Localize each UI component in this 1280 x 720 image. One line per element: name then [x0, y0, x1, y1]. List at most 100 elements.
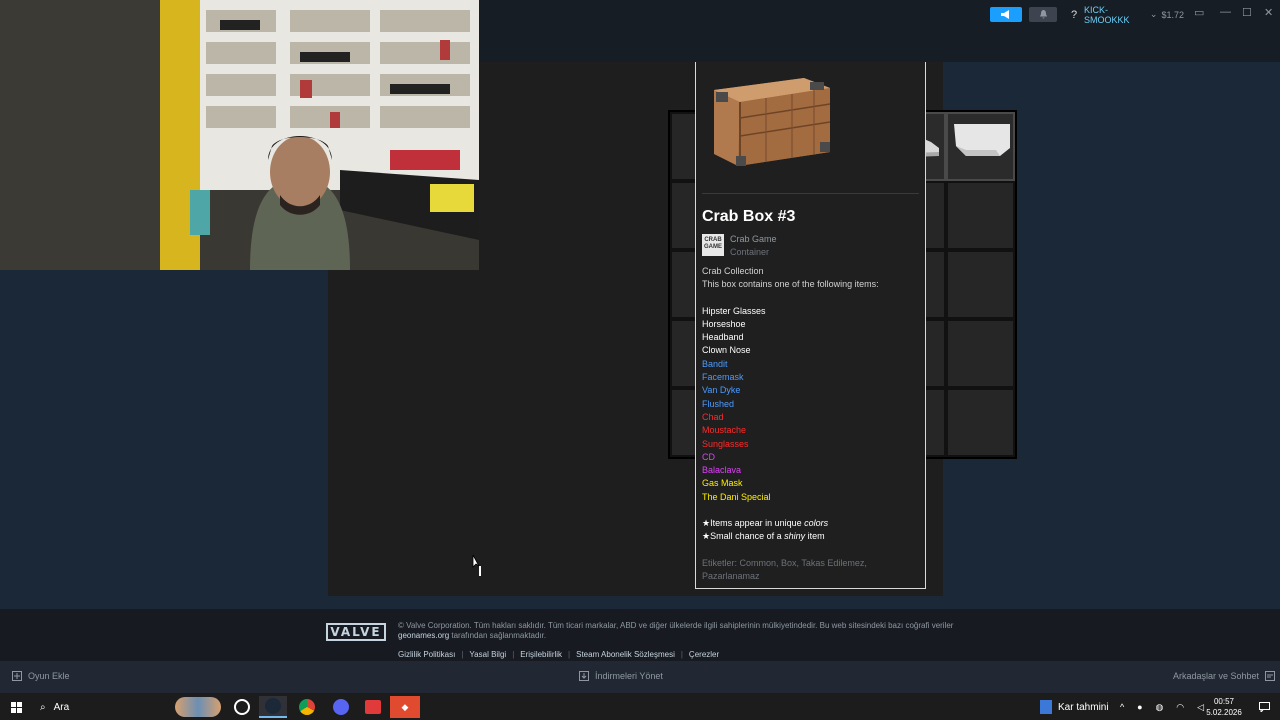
friends-chat-button[interactable]: Arkadaşlar ve Sohbet: [1173, 671, 1276, 681]
legal-link[interactable]: Yasal Bilgi: [469, 650, 506, 659]
item-contents-entry: The Dani Special: [702, 491, 771, 502]
notifications-button[interactable]: [1029, 7, 1057, 22]
link-separator: |: [680, 650, 683, 659]
link-separator: |: [512, 650, 515, 659]
plus-box-icon: [12, 671, 22, 681]
item-contents-intro: This box contains one of the following i…: [702, 279, 879, 290]
chevron-down-icon: ⌄: [1149, 9, 1158, 19]
item-contents-entry: Van Dyke: [702, 385, 741, 396]
minimize-button[interactable]: —: [1220, 6, 1231, 18]
item-contents-entry: Hipster Glasses: [702, 305, 766, 316]
wifi-icon: ◠: [1176, 701, 1185, 712]
close-button[interactable]: ✕: [1264, 6, 1273, 19]
search-label: Ara: [53, 701, 70, 713]
weather-icon: [1040, 700, 1052, 714]
geonames-link[interactable]: geonames.org: [398, 631, 449, 640]
mouse-cursor-icon: [472, 554, 481, 576]
item-contents-entry: Facemask: [702, 372, 744, 383]
volume-icon: ◁: [1197, 701, 1204, 712]
item-note-colors: ★Items appear in unique colors: [702, 518, 829, 529]
item-description: Crab Collection This box contains one of…: [702, 265, 919, 292]
crate-icon: [714, 78, 831, 166]
item-type: Container: [730, 247, 770, 257]
weather-widget[interactable]: Kar tahmini: [1040, 696, 1112, 718]
webcam-overlay: [0, 0, 479, 270]
item-image: [702, 62, 919, 194]
steam-taskbar-icon[interactable]: [259, 696, 287, 718]
accessibility-link[interactable]: Erişilebilirlik: [520, 650, 562, 659]
chat-icon: [1265, 671, 1276, 681]
subscriber-agreement-link[interactable]: Steam Abonelik Sözleşmesi: [576, 650, 675, 659]
inventory-slot[interactable]: [946, 319, 1015, 388]
privacy-policy-link[interactable]: Gizlilik Politikası: [398, 650, 455, 659]
obs-taskbar-icon[interactable]: [228, 696, 256, 718]
download-icon: [579, 671, 589, 681]
system-tray[interactable]: ^ ● ◍ ◠ ◁: [1120, 696, 1204, 718]
item-contents-entry: Balaclava: [702, 465, 742, 476]
add-game-button[interactable]: Oyun Ekle: [12, 671, 70, 681]
downloads-label: İndirmeleri Yönet: [595, 671, 663, 681]
item-contents-entry: Bandit: [702, 358, 728, 369]
account-menu[interactable]: KICK-SMOOKKK ⌄ $1.72: [1084, 4, 1184, 25]
account-name: KICK-SMOOKKK: [1084, 4, 1130, 25]
weather-label: Kar tahmini: [1058, 701, 1109, 713]
taskbar-search[interactable]: ⌕ Ara: [34, 696, 174, 718]
inventory-slot[interactable]: [946, 181, 1015, 250]
item-contents-entry: Clown Nose: [702, 345, 751, 356]
item-contents-entry: Gas Mask: [702, 478, 743, 489]
clock-time: 00:57: [1213, 697, 1235, 706]
active-app-taskbar-icon[interactable]: ◆: [390, 696, 420, 718]
footer-links: Gizlilik Politikası | Yasal Bilgi | Erişil…: [398, 650, 719, 659]
item-detail-panel: Crab Box #3 CRAB GAME Crab Game Containe…: [695, 62, 926, 589]
item-contents-entry: Chad: [702, 411, 724, 422]
notification-center-button[interactable]: [1250, 696, 1278, 718]
steam-bottom-bar: Oyun Ekle İndirmeleri Yönet Arkadaşlar v…: [0, 661, 1280, 693]
item-game-name[interactable]: Crab Game: [730, 234, 777, 244]
item-collection: Crab Collection: [702, 266, 764, 276]
discord-taskbar-icon[interactable]: [327, 696, 355, 718]
link-separator: |: [568, 650, 571, 659]
network-icon: ◍: [1155, 701, 1164, 712]
chevron-up-icon: ^: [1120, 702, 1125, 712]
inventory-slot[interactable]: [946, 388, 1015, 457]
hat-icon: [954, 124, 1010, 156]
link-separator: |: [461, 650, 464, 659]
webcam-feed-image: [0, 0, 479, 270]
inventory-slot[interactable]: [946, 250, 1015, 319]
item-note-shiny: ★Small chance of a shiny item: [702, 531, 825, 542]
bell-icon: [1039, 10, 1047, 19]
chrome-taskbar-icon[interactable]: [293, 696, 321, 718]
copyright-text: © Valve Corporation. Tüm hakları saklıdı…: [398, 621, 954, 640]
item-contents-entry: CD: [702, 451, 715, 462]
crab-game-logo: CRAB GAME: [702, 234, 724, 256]
add-game-label: Oyun Ekle: [28, 671, 70, 681]
item-contents-list: Hipster Glasses Horseshoe Headband Clown No…: [702, 305, 919, 504]
start-button[interactable]: [2, 696, 30, 718]
item-contents-entry: Headband: [702, 332, 744, 343]
windows-taskbar: ⌕ Ara ◆ Kar tahmini ^ ● ◍ ◠ ◁ 00:57 5.02…: [0, 693, 1280, 720]
big-picture-icon[interactable]: ▭: [1194, 6, 1204, 19]
microphone-icon: ●: [1137, 702, 1143, 712]
cookies-link[interactable]: Çerezler: [689, 650, 719, 659]
item-contents-entry: Flushed: [702, 398, 735, 409]
clock[interactable]: 00:57 5.02.2026: [1204, 696, 1244, 718]
friends-chat-label: Arkadaşlar ve Sohbet: [1173, 671, 1260, 681]
windows-logo-icon: [10, 701, 22, 713]
item-contents-entry: Moustache: [702, 425, 747, 436]
announcements-button[interactable]: [990, 7, 1022, 22]
maximize-button[interactable]: ☐: [1242, 6, 1252, 19]
search-highlight[interactable]: [174, 696, 222, 718]
inventory-slot-hat[interactable]: [946, 112, 1015, 181]
search-icon: ⌕: [40, 701, 46, 713]
item-game-row: CRAB GAME Crab Game Container: [702, 234, 919, 257]
steam-footer: VALVE © Valve Corporation. Tüm hakları s…: [0, 609, 1280, 661]
item-contents-entry: Sunglasses: [702, 438, 749, 449]
clock-date: 5.02.2026: [1206, 708, 1242, 717]
item-title: Crab Box #3: [702, 208, 796, 225]
item-tags: Etiketler: Common, Box, Takas Edilemez, …: [702, 557, 867, 582]
manage-downloads-button[interactable]: İndirmeleri Yönet: [579, 671, 663, 681]
valve-logo[interactable]: VALVE: [326, 623, 386, 641]
megaphone-icon: [1001, 10, 1009, 19]
help-button[interactable]: ?: [1068, 7, 1080, 22]
app-taskbar-icon[interactable]: [359, 696, 387, 718]
